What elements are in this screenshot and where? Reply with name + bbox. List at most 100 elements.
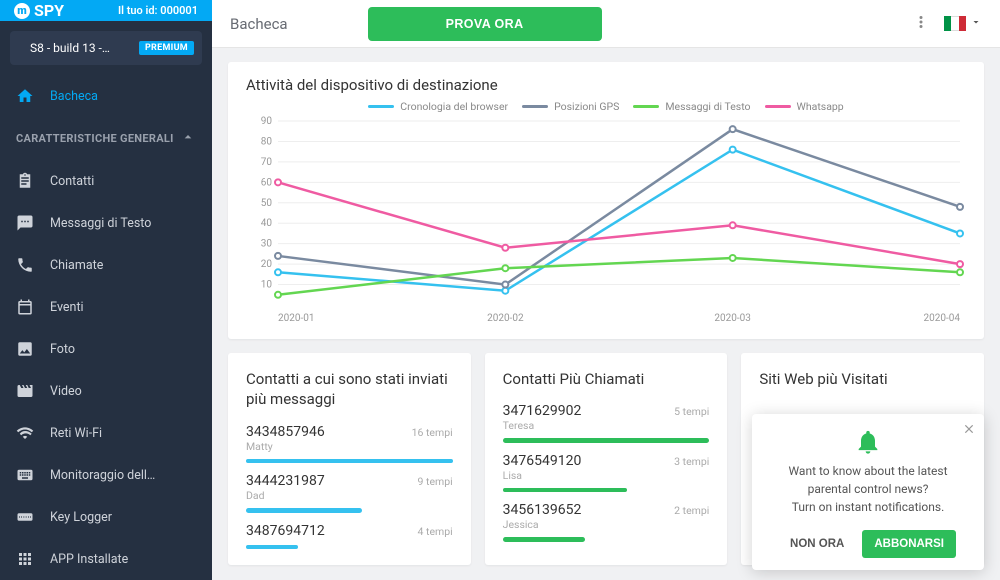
legend-label: Posizioni GPS <box>554 100 619 113</box>
contact-number: 3471629902 <box>503 403 582 419</box>
close-icon[interactable] <box>962 422 976 440</box>
svg-text:50: 50 <box>261 198 273 209</box>
device-selector[interactable]: S8 - build 13 -… PREMIUM <box>10 31 202 65</box>
count-label: 9 tempi <box>418 475 453 488</box>
contact-number: 3476549120 <box>503 453 582 469</box>
sidebar-item-app[interactable]: APP Installate <box>0 538 212 580</box>
sidebar-item-label: Messaggi di Testo <box>50 216 151 231</box>
panel-messaged: Contatti a cui sono stati inviati più me… <box>228 353 471 565</box>
contact-name: Dad <box>246 489 453 502</box>
count-label: 2 tempi <box>674 504 709 517</box>
sidebar-item-bacheca[interactable]: Bacheca <box>0 75 212 117</box>
contact-name: Lisa <box>503 469 710 482</box>
sidebar-item-label: Eventi <box>50 300 84 315</box>
sidebar-item-label: Chiamate <box>50 258 103 273</box>
legend-label: Messaggi di Testo <box>665 100 750 113</box>
count-label: 4 tempi <box>418 525 453 538</box>
panel-title: Contatti Più Chiamati <box>503 369 710 389</box>
bar-track <box>503 537 710 542</box>
nav-section-general[interactable]: CARATTERISTICHE GENERALI <box>0 117 212 160</box>
sidebar-item-eventi[interactable]: Eventi <box>0 286 212 328</box>
svg-text:90: 90 <box>261 116 273 127</box>
sidebar: m SPY Il tuo id: 000001 S8 - build 13 -…… <box>0 0 212 580</box>
legend-item[interactable]: Cronologia del browser <box>368 100 508 113</box>
legend-item[interactable]: Posizioni GPS <box>522 100 619 113</box>
image-icon <box>16 340 34 358</box>
svg-text:20: 20 <box>261 259 273 270</box>
cta-button[interactable]: PROVA ORA <box>368 7 602 41</box>
user-id-label: Il tuo id: 000001 <box>118 4 198 17</box>
list-item[interactable]: 3434857946 16 tempi Matty <box>246 424 453 464</box>
list-item[interactable]: 3471629902 5 tempi Teresa <box>503 403 710 443</box>
legend-item[interactable]: Messaggi di Testo <box>633 100 750 113</box>
keyboard-icon <box>16 466 34 484</box>
svg-text:70: 70 <box>261 157 273 168</box>
sidebar-item-video[interactable]: Video <box>0 370 212 412</box>
clipboard-icon <box>16 172 34 190</box>
film-icon <box>16 382 34 400</box>
chart-card: Attività del dispositivo di destinazione… <box>228 62 984 339</box>
count-label: 16 tempi <box>412 426 453 439</box>
grid-icon <box>16 550 34 568</box>
bar-fill <box>246 508 362 513</box>
chevron-down-icon <box>970 16 982 32</box>
svg-text:60: 60 <box>261 177 273 188</box>
panel-title: Contatti a cui sono stati inviati più me… <box>246 369 453 410</box>
contact-number: 3487694712 <box>246 523 325 539</box>
list-item[interactable]: 3476549120 3 tempi Lisa <box>503 453 710 493</box>
sidebar-item-label: Video <box>50 384 82 399</box>
sidebar-item-chiamate[interactable]: Chiamate <box>0 244 212 286</box>
legend-item[interactable]: Whatsapp <box>765 100 844 113</box>
list-item[interactable]: 3456139652 2 tempi Jessica <box>503 502 710 542</box>
svg-text:30: 30 <box>261 239 273 250</box>
contact-name: Teresa <box>503 419 710 432</box>
panel-called: Contatti Più Chiamati 3471629902 5 tempi… <box>485 353 728 565</box>
legend-label: Whatsapp <box>797 100 844 113</box>
legend-label: Cronologia del browser <box>400 100 508 113</box>
notification-text: Want to know about the latest parental c… <box>766 462 970 516</box>
message-icon <box>16 214 34 232</box>
sidebar-item-foto[interactable]: Foto <box>0 328 212 370</box>
chart-area: 1020304050607080902020-012020-022020-032… <box>246 115 966 325</box>
contact-number: 3434857946 <box>246 424 325 440</box>
sidebar-item-wifi[interactable]: Reti Wi-Fi <box>0 412 212 454</box>
legend-swatch <box>368 105 394 108</box>
not-now-button[interactable]: NON ORA <box>780 530 854 558</box>
bar-track <box>503 438 710 443</box>
calendar-icon <box>16 298 34 316</box>
sidebar-top: m SPY Il tuo id: 000001 <box>0 0 212 21</box>
svg-text:2020-03: 2020-03 <box>714 313 750 324</box>
bar-track <box>246 545 453 550</box>
panel-title: Siti Web più Visitati <box>759 369 966 389</box>
legend-swatch <box>765 105 791 108</box>
more-icon[interactable] <box>912 13 930 35</box>
phone-icon <box>16 256 34 274</box>
sidebar-item-label: APP Installate <box>50 552 128 567</box>
svg-text:80: 80 <box>261 136 273 147</box>
sidebar-item-monitoraggio[interactable]: Monitoraggio dell… <box>0 454 212 496</box>
brand: m SPY <box>14 1 64 20</box>
subscribe-button[interactable]: ABBONARSI <box>862 530 956 558</box>
chart-legend: Cronologia del browser Posizioni GPS Messa… <box>246 100 966 113</box>
sidebar-item-contatti[interactable]: Contatti <box>0 160 212 202</box>
language-selector[interactable] <box>944 16 982 32</box>
count-label: 3 tempi <box>674 455 709 468</box>
svg-text:2020-02: 2020-02 <box>487 313 524 324</box>
sidebar-item-keylogger[interactable]: Key Logger <box>0 496 212 538</box>
home-icon <box>16 87 34 105</box>
line-chart: 1020304050607080902020-012020-022020-032… <box>246 115 966 325</box>
bar-fill <box>246 459 453 464</box>
list-item[interactable]: 3487694712 4 tempi <box>246 523 453 550</box>
wifi-icon <box>16 424 34 442</box>
svg-text:2020-04: 2020-04 <box>924 313 961 324</box>
list-item[interactable]: 3444231987 9 tempi Dad <box>246 473 453 513</box>
sidebar-item-messaggi[interactable]: Messaggi di Testo <box>0 202 212 244</box>
bell-icon <box>854 428 882 456</box>
legend-swatch <box>522 105 548 108</box>
chart-title: Attività del dispositivo di destinazione <box>246 76 966 94</box>
sidebar-item-label: Monitoraggio dell… <box>50 468 155 483</box>
brand-m-icon: m <box>14 3 30 19</box>
bar-fill <box>503 438 710 443</box>
sidebar-item-label: Bacheca <box>50 89 98 104</box>
page-title: Bacheca <box>230 15 288 33</box>
